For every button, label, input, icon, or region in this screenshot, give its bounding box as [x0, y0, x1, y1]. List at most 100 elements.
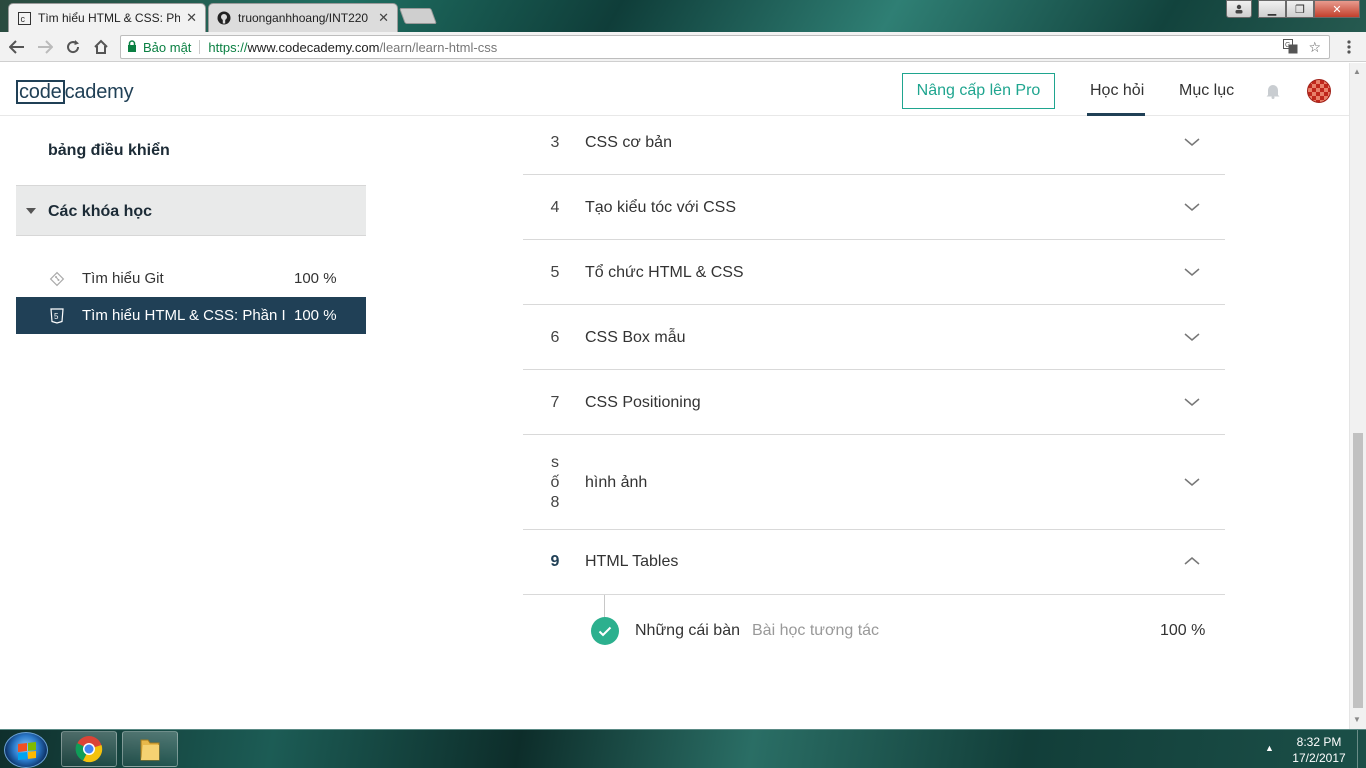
unit-title: Tạo kiểu tóc với CSS	[585, 199, 736, 216]
chevron-down-icon[interactable]	[1184, 397, 1200, 407]
close-tab-icon[interactable]: ✕	[186, 10, 197, 26]
course-title: Tìm hiểu Git	[82, 270, 164, 287]
close-tab-icon[interactable]: ✕	[378, 10, 389, 26]
notification-bell-icon[interactable]	[1265, 83, 1281, 99]
url-path: /learn/learn-html-css	[379, 39, 498, 55]
back-arrow-icon[interactable]	[6, 36, 28, 58]
security-label: Bảo mật	[143, 39, 192, 55]
browser-tab-strip: c Tìm hiểu HTML & CSS: Ph ✕ truonganhhoa…	[0, 0, 1366, 32]
unit-row[interactable]: s ố 8 hình ảnh	[523, 435, 1225, 530]
lesson-connector	[604, 595, 605, 618]
bookmark-star-icon[interactable]: ☆	[1308, 39, 1321, 57]
url-host: www.codecademy.com	[247, 39, 380, 55]
course-percent: 100 %	[294, 307, 337, 324]
chevron-up-icon[interactable]	[1184, 556, 1200, 566]
logo-code: code	[16, 80, 65, 104]
site-header: code cademy Nâng cấp lên Pro Học hỏi Mục…	[0, 63, 1349, 116]
unit-title: CSS Positioning	[585, 394, 701, 411]
unit-row[interactable]: 5 Tổ chức HTML & CSS	[523, 240, 1225, 305]
unit-row[interactable]: 7 CSS Positioning	[523, 370, 1225, 435]
caret-down-icon	[26, 208, 36, 214]
forward-arrow-icon[interactable]	[34, 36, 56, 58]
taskbar-explorer[interactable]	[122, 731, 178, 767]
upgrade-pro-button[interactable]: Nâng cấp lên Pro	[902, 73, 1055, 109]
svg-text:G: G	[1285, 42, 1290, 49]
unit-number-line: ố	[550, 474, 560, 491]
course-percent: 100 %	[294, 270, 337, 287]
course-title: Tìm hiểu HTML & CSS: Phần I	[82, 307, 286, 324]
unit-number: 7	[550, 394, 560, 411]
codecademy-icon: c	[17, 11, 31, 25]
windows-taskbar: ▲ 8:32 PM 17/2/2017	[0, 729, 1366, 768]
tab-codecademy[interactable]: c Tìm hiểu HTML & CSS: Ph ✕	[8, 3, 206, 32]
unit-number: 4	[550, 199, 560, 216]
codecademy-logo[interactable]: code cademy	[16, 80, 134, 104]
minimize-button[interactable]: ▁	[1258, 0, 1286, 18]
lesson-percent: 100 %	[1160, 622, 1206, 639]
close-window-button[interactable]: ✕	[1314, 0, 1360, 18]
unit-number: 5	[550, 264, 560, 281]
chevron-down-icon[interactable]	[1184, 202, 1200, 212]
address-bar-actions: G ☆	[1283, 39, 1321, 57]
unit-number: 3	[550, 134, 560, 151]
scroll-up-icon[interactable]: ▲	[1353, 67, 1361, 76]
chrome-icon	[75, 736, 103, 763]
scroll-down-icon[interactable]: ▼	[1353, 715, 1361, 724]
menu-icon[interactable]	[1338, 36, 1360, 58]
show-desktop-button[interactable]	[1357, 730, 1366, 768]
unit-title: CSS Box mẫu	[585, 329, 686, 346]
lock-icon	[127, 39, 137, 55]
reload-icon[interactable]	[62, 36, 84, 58]
unit-number: s ố 8	[545, 453, 565, 513]
lesson-type: Bài học tương tác	[752, 622, 880, 639]
clock-date: 17/2/2017	[1292, 751, 1346, 765]
tab-github[interactable]: truonganhhoang/INT220 ✕	[208, 3, 398, 32]
html5-icon: 5	[48, 307, 66, 325]
start-button[interactable]	[4, 732, 48, 768]
translate-icon[interactable]: G	[1283, 39, 1298, 57]
windows-logo-icon	[18, 742, 36, 760]
profile-icon[interactable]	[1226, 0, 1252, 18]
unit-number-line: 8	[550, 494, 560, 511]
chevron-down-icon[interactable]	[1184, 332, 1200, 342]
page-scrollbar[interactable]: ▲ ▼	[1349, 63, 1366, 729]
browser-toolbar: Bảo mật https:// www.codecademy.com /lea…	[0, 32, 1366, 62]
scrollbar-thumb[interactable]	[1353, 433, 1363, 708]
taskbar-clock[interactable]: 8:32 PM 17/2/2017	[1284, 734, 1354, 766]
new-tab-button[interactable]	[399, 8, 437, 24]
taskbar-chrome[interactable]	[61, 731, 117, 767]
dashboard-link[interactable]: bảng điều khiển	[48, 142, 170, 160]
nav-learn[interactable]: Học hỏi	[1090, 82, 1144, 100]
svg-text:c: c	[20, 14, 25, 24]
course-item-learn-git[interactable]: Tìm hiểu Git 100 %	[16, 260, 366, 297]
unit-number: 9	[550, 553, 560, 570]
unit-title: HTML Tables	[585, 553, 679, 570]
avatar[interactable]	[1307, 79, 1331, 103]
chevron-down-icon[interactable]	[1184, 137, 1200, 147]
unit-row[interactable]: 9 HTML Tables	[523, 530, 1225, 595]
courses-section-header[interactable]: Các khóa học	[16, 185, 366, 236]
chevron-down-icon[interactable]	[1184, 267, 1200, 277]
tray-expand-icon[interactable]: ▲	[1265, 743, 1274, 753]
course-item-learn-html-css[interactable]: 5 Tìm hiểu HTML & CSS: Phần I 100 %	[16, 297, 366, 334]
unit-title: CSS cơ bản	[585, 134, 672, 151]
unit-row[interactable]: 6 CSS Box mẫu	[523, 305, 1225, 370]
clock-time: 8:32 PM	[1296, 735, 1342, 749]
unit-title: Tổ chức HTML & CSS	[585, 264, 744, 281]
unit-row[interactable]: 3 CSS cơ bản	[523, 116, 1225, 175]
unit-number: 6	[550, 329, 560, 346]
nav-catalog[interactable]: Mục lục	[1179, 82, 1234, 100]
folder-icon	[140, 739, 160, 761]
github-icon	[217, 11, 231, 25]
restore-button[interactable]: ❐	[1286, 0, 1314, 18]
chevron-down-icon[interactable]	[1184, 477, 1200, 487]
logo-cademy: cademy	[64, 81, 134, 103]
unit-row[interactable]: 4 Tạo kiểu tóc với CSS	[523, 175, 1225, 240]
url-scheme: https://	[208, 39, 248, 55]
address-bar[interactable]: Bảo mật https:// www.codecademy.com /lea…	[120, 35, 1330, 59]
git-icon	[48, 270, 66, 288]
lesson-title[interactable]: Những cái bàn	[635, 622, 740, 640]
address-separator	[199, 40, 201, 54]
unit-title: hình ảnh	[585, 474, 648, 491]
home-icon[interactable]	[90, 36, 112, 58]
